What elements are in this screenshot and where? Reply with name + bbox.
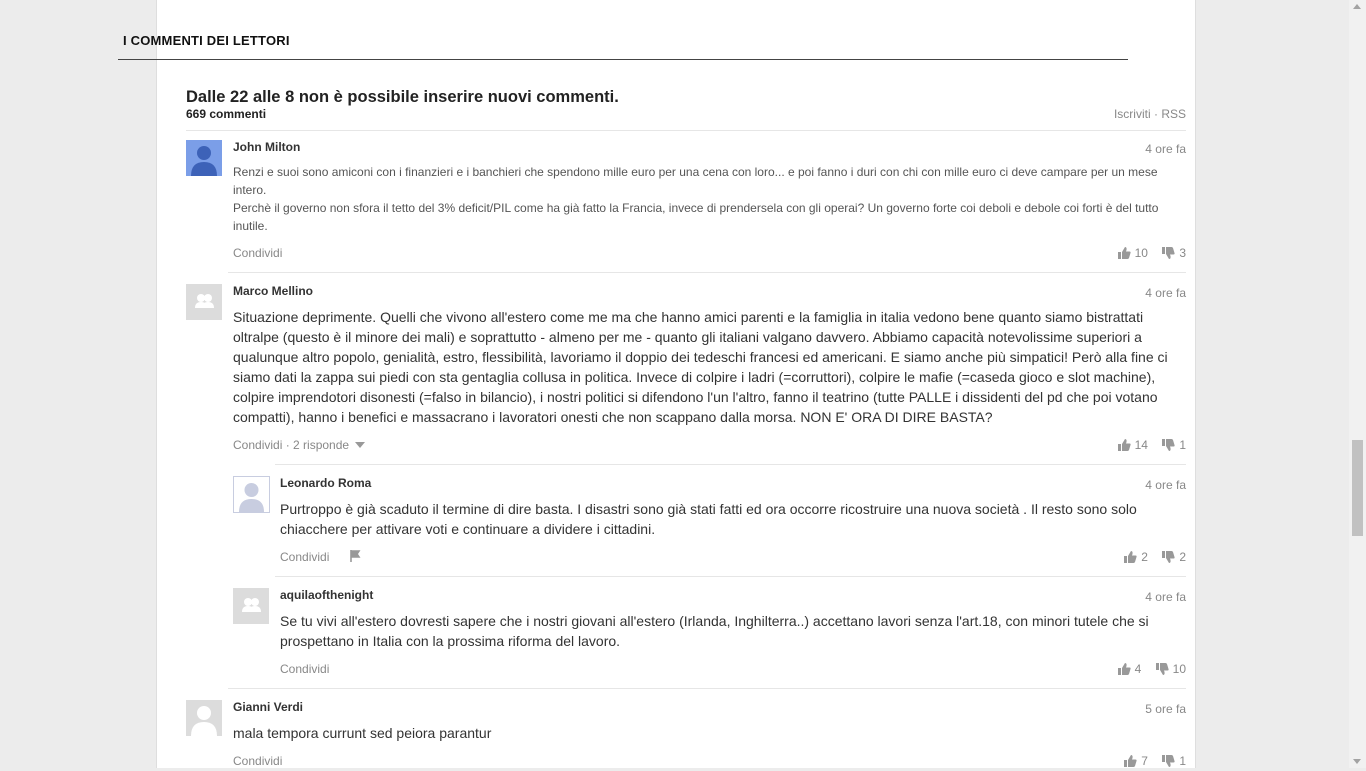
group-placeholder-icon [242,598,261,612]
vote-controls: 4 10 [1107,662,1186,679]
comment-body: Situazione deprimente. Quelli che vivono… [233,309,1168,425]
reply-item: aquilaofthenight 4 ore fa Se tu vivi all… [233,588,1186,678]
like-count: 2 [1141,550,1148,564]
thumbs-up-icon [1124,755,1137,767]
user-avatar[interactable] [186,284,222,320]
share-link[interactable]: Condividi [280,550,329,564]
page-scrollbar[interactable] [1349,0,1366,768]
group-placeholder-icon [195,294,214,308]
reply-item: Leonardo Roma 4 ore fa Purtroppo è già s… [233,476,1186,566]
comment-actions: Condividi [280,662,329,676]
dislike-count: 2 [1179,550,1186,564]
user-silhouette-icon [191,706,217,736]
dislike-button[interactable]: 2 [1161,550,1186,564]
like-count: 7 [1141,754,1148,768]
thumbs-up-icon [1124,551,1137,563]
comment-count: 669 commenti [186,107,267,121]
like-button[interactable]: 2 [1123,550,1148,564]
comment-body: mala tempora currunt sed peiora parantur [233,725,492,741]
comment-item: John Milton 4 ore fa Renzi e suoi sono a… [186,140,1186,265]
scroll-down-arrow-icon[interactable] [1353,759,1361,764]
flag-icon[interactable] [349,550,361,562]
user-avatar[interactable] [233,476,270,513]
thumbs-down-icon [1162,551,1175,563]
dislike-count: 1 [1179,438,1186,452]
divider [228,272,1186,273]
comment-author[interactable]: aquilaofthenight [280,588,373,602]
user-silhouette-icon [239,483,264,512]
dislike-button[interactable]: 10 [1155,662,1186,676]
thumbs-up-icon [1117,439,1131,451]
like-button[interactable]: 4 [1117,662,1142,676]
comment-actions: Condividi [233,754,282,768]
dislike-count: 10 [1172,662,1186,676]
comment-item: Marco Mellino 4 ore fa Situazione deprim… [186,284,1186,456]
subscribe-link[interactable]: Iscriviti [1114,107,1151,121]
like-count: 4 [1134,662,1142,676]
section-divider [118,59,1128,60]
dislike-button[interactable]: 1 [1161,754,1186,768]
comment-time: 4 ore fa [1145,286,1186,300]
comments-closed-notice: Dalle 22 alle 8 non è possibile inserire… [186,88,619,106]
replies-label: 2 risponde [293,438,350,452]
thumbs-up-icon [1117,247,1131,259]
comment-body: Renzi e suoi sono amiconi con i finanzie… [233,163,1186,235]
scroll-up-arrow-icon[interactable] [1353,4,1361,9]
rss-link[interactable]: RSS [1161,107,1186,121]
user-avatar[interactable] [186,140,222,176]
thumbs-down-icon [1155,663,1169,675]
comment-actions: Condividi [280,550,361,564]
comment-body: Se tu vivi all'estero dovresti sapere ch… [280,613,1149,649]
dislike-button[interactable]: 1 [1161,438,1186,452]
vote-controls: 7 1 [1113,754,1186,771]
divider [228,688,1186,689]
dislike-button[interactable]: 3 [1161,246,1186,260]
comment-item: Gianni Verdi 5 ore fa mala tempora curru… [186,700,1186,768]
thumbs-up-icon [1117,663,1131,675]
scrollbar-thumb[interactable] [1352,440,1363,536]
comment-line: Perchè il governo non sfora il tetto del… [233,201,1159,233]
like-count: 14 [1134,438,1148,452]
comment-time: 4 ore fa [1145,590,1186,604]
dislike-count: 3 [1179,246,1186,260]
comment-time: 4 ore fa [1145,142,1186,156]
user-avatar[interactable] [233,588,269,624]
user-silhouette-icon [191,146,217,176]
user-avatar[interactable] [186,700,222,736]
share-link[interactable]: Condividi [233,246,282,260]
comments-section-title: I COMMENTI DEI LETTORI [123,33,290,48]
comment-actions: Condividi · 2 risponde [233,438,366,452]
comment-author[interactable]: Marco Mellino [233,284,313,298]
chevron-down-icon [355,442,366,448]
comment-actions: Condividi [233,246,282,260]
subscribe-links: Iscriviti · RSS [1113,107,1186,121]
divider [186,130,1186,131]
vote-controls: 2 2 [1113,550,1186,567]
comment-time: 5 ore fa [1145,702,1186,716]
divider [275,464,1186,465]
vote-controls: 14 1 [1107,438,1186,455]
like-button[interactable]: 14 [1117,438,1148,452]
comment-author[interactable]: Leonardo Roma [280,476,371,490]
share-link[interactable]: Condividi [233,438,282,452]
comment-body: Purtroppo è già scaduto il termine di di… [280,501,1137,537]
comment-author[interactable]: Gianni Verdi [233,700,303,714]
thumbs-down-icon [1162,247,1175,259]
comment-line: Renzi e suoi sono amiconi con i finanzie… [233,165,1158,197]
comment-author[interactable]: John Milton [233,140,300,154]
thumbs-down-icon [1162,439,1175,451]
like-button[interactable]: 7 [1123,754,1148,768]
dislike-count: 1 [1179,754,1186,768]
vote-controls: 10 3 [1107,246,1186,263]
share-link[interactable]: Condividi [280,662,329,676]
share-link[interactable]: Condividi [233,754,282,768]
comment-time: 4 ore fa [1145,478,1186,492]
divider [275,576,1186,577]
like-count: 10 [1134,246,1148,260]
replies-toggle[interactable]: 2 risponde [293,438,366,452]
like-button[interactable]: 10 [1117,246,1148,260]
thumbs-down-icon [1162,755,1175,767]
